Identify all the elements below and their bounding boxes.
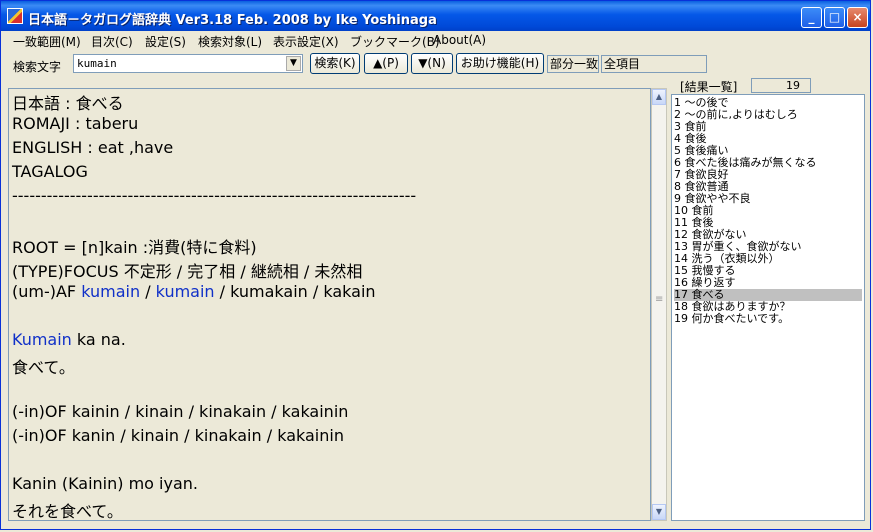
text-segment: 日本語 : 食べる: [12, 94, 124, 113]
text-segment: /: [140, 282, 156, 301]
definition-text-area[interactable]: 日本語 : 食べる ROMAJI : taberu ENGLISH : eat ,h…: [8, 88, 651, 521]
menu-bar: 一致範囲(M) 目次(C) 設定(S) 検索対象(L) 表示設定(X) ブックマ…: [1, 31, 870, 50]
definition-line: Kumain ka na.: [12, 330, 126, 349]
next-button[interactable]: ▼(N): [411, 53, 453, 74]
text-segment: / kumakain / kakain: [214, 282, 376, 301]
title-bar[interactable]: 日本語－タガログ語辞典 Ver3.18 Feb. 2008 by Ike Yos…: [1, 1, 870, 31]
definition-line: TAGALOG: [12, 162, 88, 181]
scroll-grip-icon[interactable]: ≡: [655, 294, 663, 305]
text-segment: ENGLISH : eat ,have: [12, 138, 174, 157]
window-title: 日本語－タガログ語辞典 Ver3.18 Feb. 2008 by Ike Yos…: [28, 13, 437, 28]
text-segment: ka na.: [71, 330, 126, 349]
definition-line: (um-)AF kumain / kumain / kumakain / kak…: [12, 282, 376, 301]
menu-match-range[interactable]: 一致範囲(M): [13, 33, 81, 50]
close-button[interactable]: ×: [847, 7, 868, 28]
definition-line: ----------------------------------------…: [12, 186, 416, 205]
text-segment: ROMAJI : taberu: [12, 114, 139, 133]
search-label: 検索文字: [13, 60, 62, 74]
scroll-down-icon[interactable]: ▼: [652, 504, 666, 520]
text-segment: ----------------------------------------…: [12, 186, 417, 205]
result-list-item[interactable]: 19 何か食べたいです。: [674, 313, 862, 325]
definition-line: ENGLISH : eat ,have: [12, 138, 173, 157]
previous-button[interactable]: ▲(P): [364, 53, 408, 74]
definition-line: (TYPE)FOCUS 不定形 / 完了相 / 継続相 / 未然相: [12, 258, 362, 282]
menu-search-target[interactable]: 検索対象(L): [198, 33, 262, 50]
menu-settings[interactable]: 設定(S): [145, 33, 186, 50]
app-window: 日本語－タガログ語辞典 Ver3.18 Feb. 2008 by Ike Yos…: [0, 0, 871, 530]
definition-line: それを食べて。: [12, 498, 123, 521]
search-input[interactable]: kumain: [77, 57, 117, 70]
minimize-button[interactable]: _: [801, 7, 822, 28]
menu-display-settings[interactable]: 表示設定(X): [273, 33, 339, 50]
scroll-up-icon[interactable]: ▲: [652, 89, 666, 105]
link-word[interactable]: Kumain: [12, 330, 72, 349]
scope-field: 全項目: [601, 55, 707, 73]
dropdown-arrow-icon[interactable]: ▼: [286, 56, 301, 71]
help-button[interactable]: お助け機能(H): [456, 53, 544, 74]
definition-line: (-in)OF kanin / kinain / kinakain / kaka…: [12, 426, 344, 445]
text-segment: (um-)AF: [12, 282, 82, 301]
definition-line: ROMAJI : taberu: [12, 114, 138, 133]
text-segment: 食べて。: [12, 358, 75, 377]
definition-line: 食べて。: [12, 354, 75, 378]
results-list[interactable]: 1 ～の後で 2 ～の前に,よりはむしろ 3 食前 4 食後 5 食後痛い 6 食べた後は…: [671, 94, 865, 521]
menu-bookmark[interactable]: ブックマーク(B): [350, 33, 440, 50]
menu-about[interactable]: About(A): [433, 33, 486, 47]
definition-line: (-in)OF kainin / kinain / kinakain / kak…: [12, 402, 348, 421]
text-segment: (TYPE)FOCUS 不定形 / 完了相 / 継続相 / 未然相: [12, 262, 363, 281]
app-icon[interactable]: [7, 8, 23, 24]
results-label: [結果一覧]: [680, 80, 738, 94]
search-button[interactable]: 検索(K): [310, 53, 360, 74]
maximize-button[interactable]: □: [824, 7, 845, 28]
definition-line: Kanin (Kainin) mo iyan.: [12, 474, 198, 493]
menu-contents[interactable]: 目次(C): [91, 33, 133, 50]
search-combobox[interactable]: kumain ▼: [73, 54, 303, 73]
definition-scrollbar[interactable]: ▲ ≡ ▼: [651, 88, 667, 521]
text-segment: (-in)OF kainin / kinain / kinakain / kak…: [12, 402, 349, 421]
definition-line: 日本語 : 食べる: [12, 90, 124, 114]
text-segment: それを食べて。: [12, 502, 123, 521]
definition-line: ROOT = [n]kain :消費(特に食料): [12, 234, 257, 258]
match-mode-field: 部分一致: [547, 55, 599, 73]
text-segment: Kanin (Kainin) mo iyan.: [12, 474, 198, 493]
results-count: 19: [751, 78, 811, 93]
link-word[interactable]: kumain: [156, 282, 215, 301]
link-word[interactable]: kumain: [81, 282, 140, 301]
text-segment: (-in)OF kanin / kinain / kinakain / kaka…: [12, 426, 344, 445]
text-segment: TAGALOG: [12, 162, 88, 181]
text-segment: ROOT = [n]kain :消費(特に食料): [12, 238, 257, 257]
